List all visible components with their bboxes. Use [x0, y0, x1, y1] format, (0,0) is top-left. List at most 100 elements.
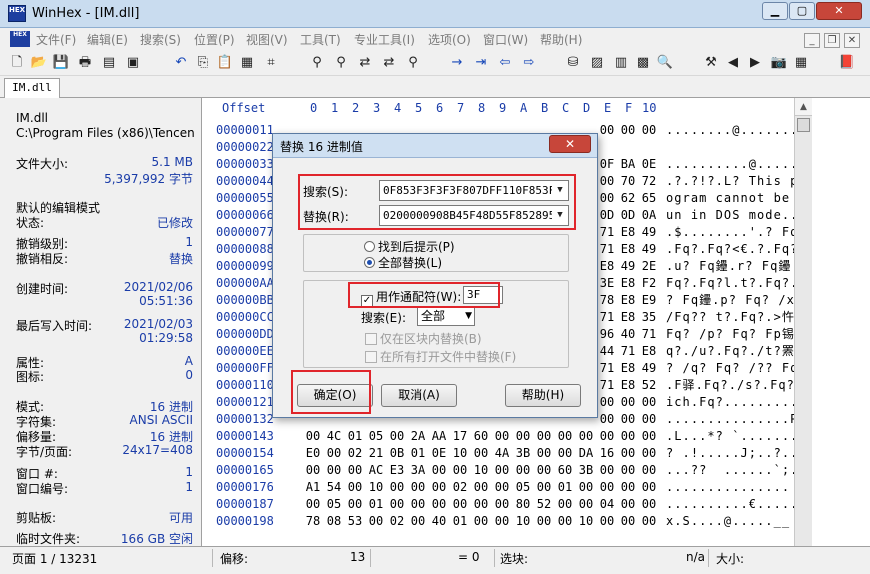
hex-byte[interactable]: 00	[575, 479, 597, 496]
ascii-text[interactable]: .L...*? `........	[666, 428, 794, 445]
ascii-text[interactable]: .F驿.Fq?./s?.Fq?R	[666, 377, 794, 394]
replace-text-icon[interactable]: ⇄	[356, 54, 374, 72]
hex-byte[interactable]: 17	[449, 428, 471, 445]
hex-byte[interactable]: E8	[617, 241, 639, 258]
hex-byte[interactable]: 4C	[323, 428, 345, 445]
tab-im-dll[interactable]: IM.dll	[4, 78, 60, 98]
hex-byte[interactable]: 00	[470, 513, 492, 530]
hex-byte[interactable]: 62	[617, 190, 639, 207]
hex-byte[interactable]: 00	[596, 190, 618, 207]
menu-search[interactable]: 搜索(S)	[140, 31, 181, 48]
hex-byte[interactable]: 10	[575, 513, 597, 530]
ascii-text[interactable]: ........@.........	[666, 122, 794, 139]
hex-byte[interactable]: 10	[365, 479, 387, 496]
replace-hex-input[interactable]: 0200000908B45F48D55F852895DF8 ▼	[379, 205, 569, 226]
hex-byte[interactable]: 00	[449, 462, 471, 479]
properties-icon[interactable]: ▤	[100, 54, 118, 72]
ascii-text[interactable]: ...............	[666, 479, 790, 496]
hex-byte[interactable]: 54	[323, 479, 345, 496]
hex-byte[interactable]: E9	[638, 292, 660, 309]
replace-hex-icon[interactable]: ⇄	[380, 54, 398, 72]
hex-byte[interactable]: 01	[365, 496, 387, 513]
binoculars-icon[interactable]: ⚲	[404, 54, 422, 72]
hex-byte[interactable]: 52	[533, 496, 555, 513]
hex-byte[interactable]: 00	[596, 428, 618, 445]
hex-byte[interactable]: 40	[617, 326, 639, 343]
menu-file[interactable]: 文件(F)	[36, 31, 76, 48]
hex-byte[interactable]: 00	[596, 122, 618, 139]
hex-byte[interactable]: 00	[554, 445, 576, 462]
binary-icon[interactable]: ⌗	[262, 54, 280, 72]
hex-byte[interactable]: 00	[365, 513, 387, 530]
menu-position[interactable]: 位置(P)	[194, 31, 235, 48]
forward-icon[interactable]: ⇨	[520, 54, 538, 72]
document-icon[interactable]: HEX	[10, 31, 30, 47]
hex-byte[interactable]: 71	[617, 343, 639, 360]
hex-byte[interactable]: 16	[596, 445, 618, 462]
hex-byte[interactable]: 00	[554, 428, 576, 445]
hex-byte[interactable]: 00	[638, 496, 660, 513]
hex-byte[interactable]: 00	[617, 428, 639, 445]
hex-byte[interactable]: 10	[449, 445, 471, 462]
hex-byte[interactable]: 00	[512, 462, 534, 479]
hex-byte[interactable]: 00	[428, 496, 450, 513]
hex-byte[interactable]: 00	[302, 496, 324, 513]
hex-byte[interactable]: 3B	[512, 445, 534, 462]
hex-byte[interactable]: 00	[596, 394, 618, 411]
ascii-text[interactable]: q?./u?.Fq?./t?罴q	[666, 343, 794, 360]
help-button[interactable]: 帮助(H)	[505, 384, 581, 407]
case-tool-icon[interactable]: ⚒	[702, 54, 720, 72]
menu-tools[interactable]: 工具(T)	[300, 31, 341, 48]
hex-byte[interactable]: 00	[302, 462, 324, 479]
hex-byte[interactable]: 00	[638, 513, 660, 530]
hex-byte[interactable]: 00	[638, 462, 660, 479]
hex-byte[interactable]: 00	[491, 496, 513, 513]
dialog-close-button[interactable]: ✕	[549, 135, 591, 153]
hex-row[interactable]: 00000176 A1 54 00 10 00 00 00 02 00 00 05 00 01 00 00 00…	[202, 479, 794, 496]
hex-byte[interactable]: 01	[449, 513, 471, 530]
hex-byte[interactable]: 35	[638, 309, 660, 326]
new-file-icon[interactable]: 🗋	[8, 54, 26, 72]
menu-options[interactable]: 选项(O)	[428, 31, 471, 48]
hex-byte[interactable]: 00	[512, 428, 534, 445]
hex-byte[interactable]: 00	[323, 462, 345, 479]
hex-byte[interactable]: 60	[470, 428, 492, 445]
hex-byte[interactable]: 00	[617, 394, 639, 411]
open-folder-icon[interactable]: 📂	[30, 54, 48, 72]
search-hex-input[interactable]: 0F853F3F3F3F807DFF110F853F3F3F3F ▼	[379, 180, 569, 201]
menu-help[interactable]: 帮助(H)	[540, 31, 582, 48]
hex-byte[interactable]: 00	[428, 479, 450, 496]
hex-byte[interactable]: 00	[386, 428, 408, 445]
hex-byte[interactable]: 00	[554, 513, 576, 530]
hex-byte[interactable]: 00	[596, 411, 618, 428]
hex-byte[interactable]: 00	[386, 479, 408, 496]
hex-byte[interactable]: 71	[596, 377, 618, 394]
hex-byte[interactable]: 00	[386, 496, 408, 513]
hex-byte[interactable]: 02	[344, 445, 366, 462]
hex-byte[interactable]: 0F	[596, 156, 618, 173]
hex-byte[interactable]: 00	[617, 496, 639, 513]
scroll-thumb[interactable]	[797, 118, 810, 132]
hex-byte[interactable]: DA	[575, 445, 597, 462]
direction-select[interactable]: 全部 ▼	[417, 307, 475, 326]
open-disk-icon[interactable]: ▣	[124, 54, 142, 72]
hex-byte[interactable]: 3A	[407, 462, 429, 479]
ascii-text[interactable]: un in DOS mode...	[666, 207, 794, 224]
hex-byte[interactable]: 0A	[638, 207, 660, 224]
hex-byte[interactable]: 72	[638, 173, 660, 190]
paste-icon[interactable]: 📋	[216, 54, 234, 72]
hex-byte[interactable]: 2A	[407, 428, 429, 445]
hex-byte[interactable]: 71	[638, 326, 660, 343]
hex-byte[interactable]: E8	[617, 309, 639, 326]
hex-byte[interactable]: 4A	[491, 445, 513, 462]
hex-byte[interactable]: 0E	[638, 156, 660, 173]
hex-byte[interactable]: 49	[638, 241, 660, 258]
find-text-icon[interactable]: ⚲	[308, 54, 326, 72]
replace-dropdown-icon[interactable]: ▼	[552, 206, 568, 225]
ascii-text[interactable]: Fq? /p? Fq? Fp锡@q	[666, 326, 794, 343]
find-hex-icon[interactable]: ⚲	[332, 54, 350, 72]
mdi-close-button[interactable]: ✕	[844, 33, 860, 48]
paste-special-icon[interactable]: ▦	[238, 54, 256, 72]
hex-byte[interactable]: 08	[323, 513, 345, 530]
hex-byte[interactable]: 05	[365, 428, 387, 445]
